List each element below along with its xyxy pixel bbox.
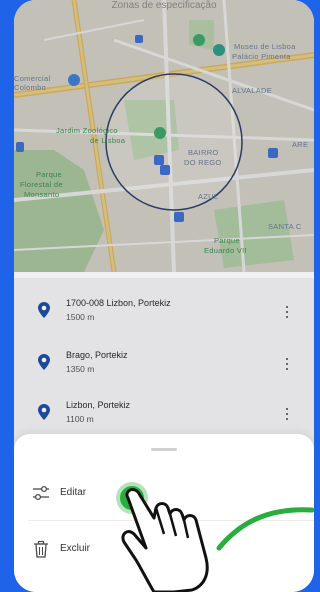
delete-label: Excluir [60, 543, 91, 554]
phone-screen: Zonas de especificação Museu de Lisboa P… [14, 0, 314, 592]
edit-label: Editar [60, 487, 87, 498]
drag-handle[interactable] [151, 448, 177, 451]
swoosh-decoration [216, 507, 314, 551]
scrim-overlay[interactable] [14, 0, 314, 448]
hand-pointer-icon [121, 488, 209, 592]
sliders-icon [33, 485, 49, 501]
trash-icon [34, 540, 48, 558]
